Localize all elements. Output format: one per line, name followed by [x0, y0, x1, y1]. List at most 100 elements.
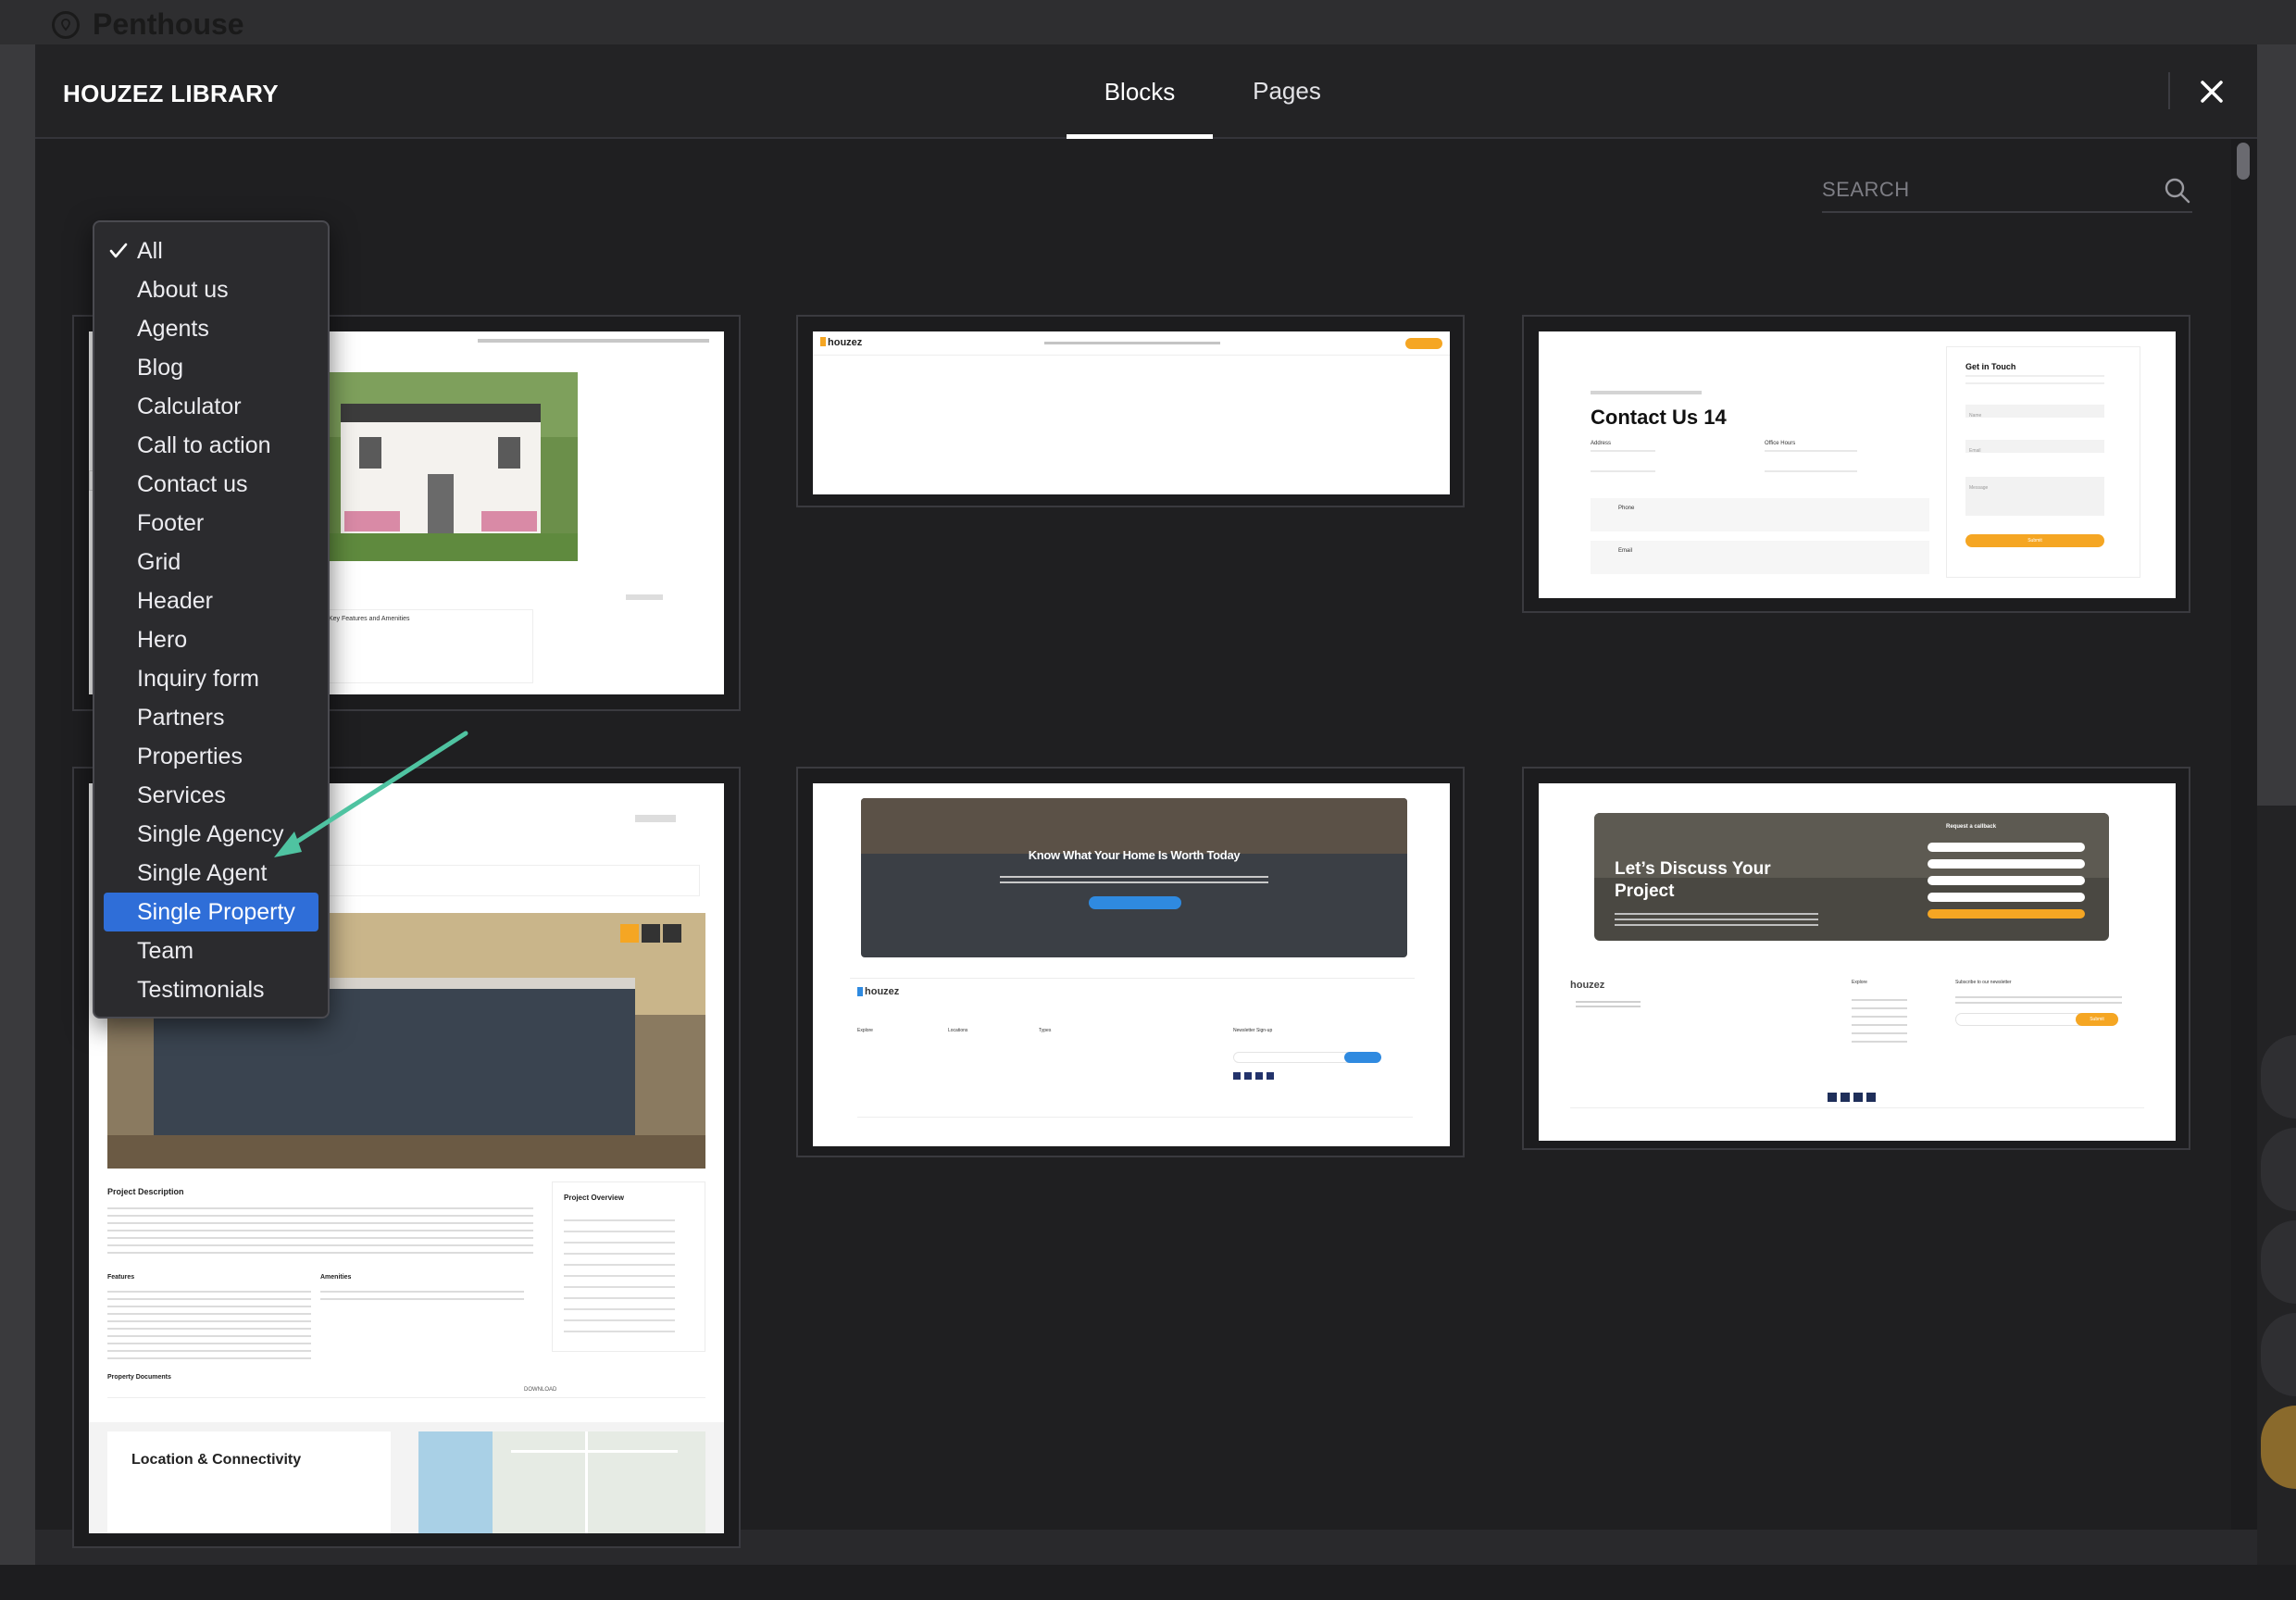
category-option-inquiry-form[interactable]: Inquiry form: [94, 659, 328, 698]
thumb-address-text: [1591, 450, 1655, 472]
search-box: [1822, 169, 2192, 213]
thumb-name-field: Name: [1965, 405, 2104, 419]
photo-lawn: [304, 533, 578, 561]
thumb-hours-text: [1765, 450, 1857, 472]
category-option-agents[interactable]: Agents: [94, 309, 328, 348]
thumb-message-placeholder: Message: [1969, 485, 1989, 491]
thumb-callback-field: [1928, 893, 2085, 902]
category-option-contact-us[interactable]: Contact us: [94, 465, 328, 504]
thumb-col-types: Types: [1039, 1028, 1052, 1033]
block-thumbnail: houzez: [813, 331, 1450, 494]
thumb-hero-heading: Know What Your Home Is Worth Today: [1028, 848, 1241, 862]
photo-door: [428, 474, 454, 533]
thumb-documents-label: Property Documents: [107, 1374, 171, 1381]
thumb-description-text: [107, 1202, 533, 1257]
thumb-download-link: DOWNLOAD: [524, 1387, 557, 1393]
thumb-callback-button: [1928, 909, 2085, 919]
category-option-hero[interactable]: Hero: [94, 620, 328, 659]
category-option-blog[interactable]: Blog: [94, 348, 328, 387]
thumb-discuss-banner: Let’s Discuss Your Project Request a cal…: [1594, 813, 2109, 941]
thumb-callback-field: [1928, 876, 2085, 885]
thumb-form-intro: [1965, 375, 2104, 384]
category-option-calculator[interactable]: Calculator: [94, 387, 328, 426]
thumb-amenities-label: Amenities: [320, 1274, 352, 1281]
thumb-subscribe-text: [1955, 993, 2122, 1006]
hero-photo-top: [861, 798, 1407, 854]
category-option-call-to-action[interactable]: Call to action: [94, 426, 328, 465]
category-option-footer[interactable]: Footer: [94, 504, 328, 543]
thumb-email-label: Email: [1618, 548, 1633, 554]
thumb-hours-label: Office Hours: [1765, 441, 1796, 446]
background-page-edge: [2256, 806, 2296, 1565]
thumb-email-placeholder: Email: [1969, 448, 1981, 454]
thumb-footer-bottom: [1570, 1107, 2144, 1108]
block-thumbnail: Contact Us 14 Address Office Hours Phone…: [1539, 331, 2176, 598]
thumb-email-field: Email: [1965, 440, 2104, 454]
block-thumbnail: Let’s Discuss Your Project Request a cal…: [1539, 783, 2176, 1141]
thumb-social-icons: [1828, 1093, 1878, 1102]
scrollbar-thumb[interactable]: [2237, 143, 2250, 180]
scrollbar-track[interactable]: [2231, 139, 2257, 1530]
thumb-message-field: Message: [1965, 477, 2104, 516]
category-option-properties[interactable]: Properties: [94, 737, 328, 776]
thumb-carousel-dots: [626, 594, 663, 600]
thumb-hero-button: [1089, 896, 1181, 909]
category-option-header[interactable]: Header: [94, 581, 328, 620]
block-card-discuss-footer[interactable]: Let’s Discuss Your Project Request a cal…: [1522, 767, 2190, 1150]
block-thumbnail: Know What Your Home Is Worth Today houze…: [813, 783, 1450, 1146]
search-icon[interactable]: [2163, 176, 2192, 206]
thumb-nav-bar: [478, 339, 709, 343]
thumb-gallery-button: [642, 924, 660, 943]
tab-pages[interactable]: Pages: [1213, 44, 1361, 139]
houzez-logo-icon: [820, 337, 826, 346]
thumb-contact-heading: Contact Us 14: [1591, 406, 1727, 429]
photo-window: [498, 437, 520, 469]
category-dropdown[interactable]: All About us Agents Blog Calculator Call…: [93, 220, 330, 1019]
thumb-location-section: Location & Connectivity: [89, 1422, 724, 1533]
block-card-contact[interactable]: Contact Us 14 Address Office Hours Phone…: [1522, 315, 2190, 613]
thumb-gallery-button: [663, 924, 681, 943]
search-input[interactable]: [1822, 178, 2137, 202]
category-option-single-agent[interactable]: Single Agent: [94, 854, 328, 893]
thumb-phone-label: Phone: [1618, 506, 1635, 511]
tab-blocks[interactable]: Blocks: [1067, 44, 1213, 139]
background-page-header: [0, 0, 2296, 44]
thumb-callback-form: Request a callback: [1928, 824, 2094, 930]
background-side-control: [2261, 1128, 2296, 1211]
thumb-map: [418, 1431, 705, 1533]
category-option-about-us[interactable]: About us: [94, 270, 328, 309]
thumb-callback-title: Request a callback: [1946, 824, 1997, 830]
category-option-partners[interactable]: Partners: [94, 698, 328, 737]
block-card-hero-footer[interactable]: Know What Your Home Is Worth Today houze…: [796, 767, 1465, 1157]
category-option-grid[interactable]: Grid: [94, 543, 328, 581]
thumb-col-newsletter: Newsletter Sign-up: [1233, 1028, 1273, 1033]
category-option-team[interactable]: Team: [94, 931, 328, 970]
thumb-address-label: Address: [1591, 441, 1612, 446]
modal-title: HOUZEZ LIBRARY: [63, 80, 279, 107]
thumb-features-label: Features: [107, 1274, 135, 1281]
map-road: [511, 1450, 678, 1453]
thumb-footer-logo: houzez: [865, 986, 900, 997]
photo-flowers: [344, 511, 400, 531]
category-option-single-property[interactable]: Single Property: [104, 893, 318, 931]
category-option-testimonials[interactable]: Testimonials: [94, 970, 328, 1009]
thumb-newsletter-button: [1344, 1052, 1381, 1063]
background-side-control: [2261, 1035, 2296, 1119]
thumb-email-row: Email: [1591, 541, 1929, 574]
close-icon: [2201, 81, 2223, 103]
background-side-control: [2261, 1313, 2296, 1396]
thumb-document-row: DOWNLOAD: [107, 1385, 705, 1398]
thumb-discuss-heading-2: Project: [1615, 881, 1675, 901]
house-photo: [304, 372, 578, 561]
thumb-col-locations: Locations: [948, 1028, 968, 1033]
close-button[interactable]: [2192, 72, 2231, 111]
thumb-form-title: Get in Touch: [1965, 362, 2016, 371]
thumb-stats-row: [293, 865, 700, 896]
checkmark-icon: [109, 243, 128, 258]
thumb-features-heading: Key Features and Amenities: [329, 616, 410, 622]
block-card-header[interactable]: houzez: [796, 315, 1465, 507]
category-option-services[interactable]: Services: [94, 776, 328, 815]
location-pin-icon: [52, 10, 80, 39]
category-option-all[interactable]: All: [94, 231, 328, 270]
category-option-single-agency[interactable]: Single Agency: [94, 815, 328, 854]
